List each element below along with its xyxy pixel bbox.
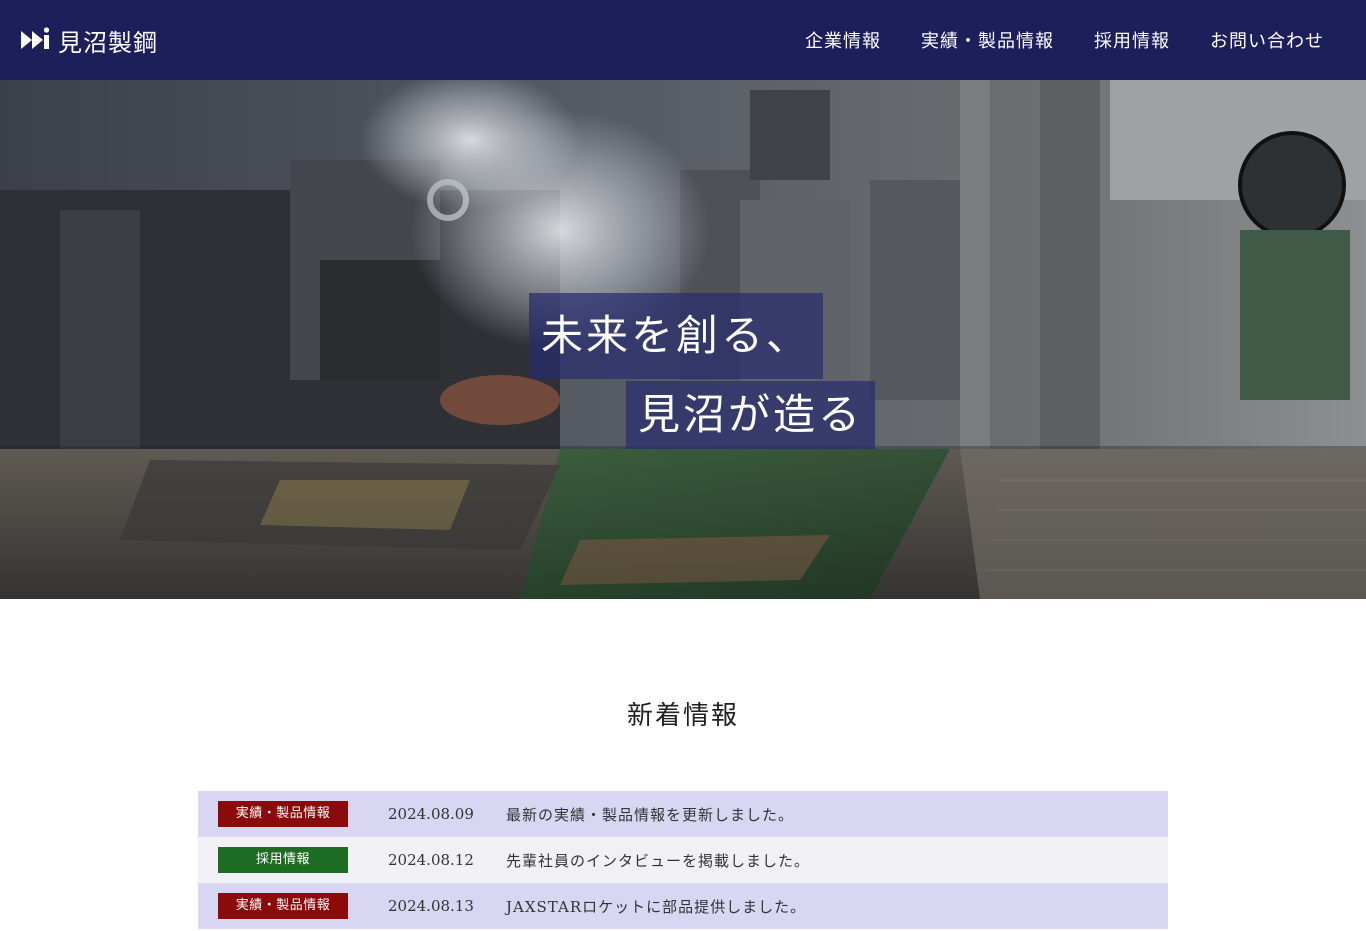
news-text: 最新の実績・製品情報を更新しました。: [506, 805, 795, 824]
nav-company-info[interactable]: 企業情報: [805, 27, 881, 53]
nav-products[interactable]: 実績・製品情報: [921, 27, 1054, 53]
hero-catchcopy-line1: 未来を創る、: [529, 293, 824, 379]
hero-lower-band: [0, 449, 1366, 599]
global-nav: 企業情報 実績・製品情報 採用情報 お問い合わせ: [805, 27, 1324, 53]
brand-logo-link[interactable]: 見沼製鋼: [20, 23, 158, 58]
news-category-badge: 採用情報: [218, 847, 348, 873]
nav-recruit[interactable]: 採用情報: [1094, 27, 1170, 53]
news-section-title: 新着情報: [626, 701, 739, 731]
news-category-badge: 実績・製品情報: [218, 801, 348, 827]
news-date: 2024.08.13: [388, 897, 474, 915]
nav-contact[interactable]: お問い合わせ: [1210, 27, 1324, 53]
hero-section: 未来を創る、 見沼が造る: [0, 80, 1366, 599]
brand-name: 見沼製鋼: [58, 28, 158, 57]
hero-catchcopy-line2: 見沼が造る: [626, 381, 876, 449]
news-date: 2024.08.12: [388, 851, 474, 869]
news-text: 先輩社員のインタビューを掲載しました。: [506, 851, 811, 870]
news-category-badge: 実績・製品情報: [218, 893, 348, 919]
news-item[interactable]: 実績・製品情報 2024.08.09 最新の実績・製品情報を更新しました。: [198, 791, 1168, 837]
news-list: 実績・製品情報 2024.08.09 最新の実績・製品情報を更新しました。 採用…: [198, 791, 1168, 929]
news-item[interactable]: 実績・製品情報 2024.08.13 JAXSTARロケットに部品提供しました。: [198, 883, 1168, 929]
fast-forward-logo-icon: [21, 27, 50, 49]
site-header: 見沼製鋼 企業情報 実績・製品情報 採用情報 お問い合わせ: [0, 0, 1366, 80]
news-text: JAXSTARロケットに部品提供しました。: [506, 897, 807, 916]
news-date: 2024.08.09: [388, 805, 474, 823]
news-item[interactable]: 採用情報 2024.08.12 先輩社員のインタビューを掲載しました。: [198, 837, 1168, 883]
